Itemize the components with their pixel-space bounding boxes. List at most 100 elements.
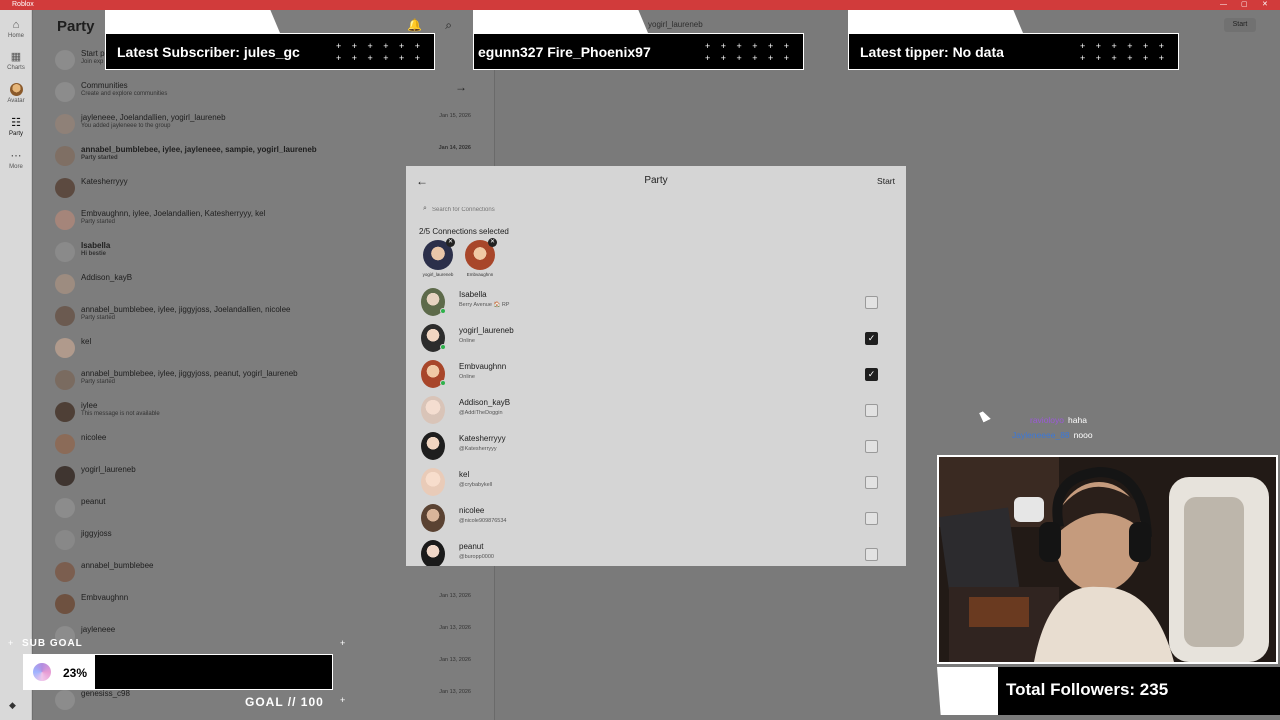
people-icon — [55, 50, 75, 70]
plus-icon: + — [340, 695, 346, 705]
chat-text: nooo — [1073, 430, 1093, 440]
conversation-name: Katesherryyy — [81, 177, 128, 186]
sub-goal-percent: 23% — [63, 666, 88, 680]
conversation-name: genesiss_c98 — [81, 689, 130, 698]
select-checkbox[interactable] — [865, 512, 878, 525]
header-start-button[interactable]: Start — [1224, 18, 1256, 32]
connection-name: Embvaughnn — [459, 362, 507, 371]
remove-icon[interactable]: ✕ — [446, 238, 455, 247]
selected-chip[interactable]: ✕ Embvaughnn — [462, 238, 498, 277]
party-modal: ← Party Start ⌕ 2/5 Connections selected… — [406, 166, 906, 566]
search-input[interactable] — [432, 204, 832, 216]
conversation-item[interactable]: jayleneee Jan 13, 2026 — [51, 622, 491, 650]
connection-row[interactable]: nicolee @nicole909876534 — [406, 500, 906, 536]
connection-row[interactable]: Embvaughnn Online ✓ — [406, 356, 906, 392]
select-checkbox[interactable] — [865, 296, 878, 309]
select-checkbox[interactable] — [865, 404, 878, 417]
header-username: yogirl_laureneb — [648, 20, 703, 29]
select-checkbox[interactable] — [865, 440, 878, 453]
nav-more-label: More — [9, 164, 23, 170]
select-checkbox[interactable]: ✓ — [865, 332, 878, 345]
close-button[interactable]: ✕ — [1262, 0, 1268, 10]
connection-name: Addison_kayB — [459, 398, 511, 407]
goal-text: GOAL // 100 — [245, 695, 324, 709]
maximize-button[interactable]: ▢ — [1241, 0, 1248, 10]
conversation-name: jayleneee, Joelandallien, yogirl_laurene… — [81, 113, 226, 122]
chat-username: ravioloyo — [1030, 415, 1065, 425]
nav-avatar[interactable]: Avatar — [0, 83, 32, 105]
avatar — [55, 370, 75, 390]
more-icon: ⋯ — [10, 150, 22, 162]
avatar — [55, 146, 75, 166]
conversation-name: kel — [81, 337, 92, 346]
nav-party[interactable]: ☷ Party — [0, 116, 32, 138]
search-connections[interactable]: ⌕ — [420, 202, 892, 218]
communities-icon — [55, 82, 75, 102]
conversation-date: Jan 14, 2026 — [438, 145, 471, 151]
latest-tipper-banner: Latest tipper: No data + + + + + + + + +… — [848, 33, 1179, 70]
search-icon: ⌕ — [423, 205, 427, 212]
start-party-button[interactable]: Start — [877, 176, 895, 186]
chat-message: Jayleneeee_88 nooo — [1012, 430, 1093, 440]
nav-charts-label: Charts — [7, 65, 25, 71]
avatar — [55, 210, 75, 230]
nav-charts[interactable]: ▦ Charts — [0, 50, 32, 72]
latest-subscriber-banner: Latest Subscriber: jules_gc + + + + + + … — [105, 33, 435, 70]
conversation-name: annabel_bumblebee, iylee, jayleneee, sam… — [81, 145, 317, 154]
connection-name: kel — [459, 470, 470, 479]
sub-goal-label: SUB GOAL — [22, 638, 83, 649]
avatar — [55, 338, 75, 358]
connection-row[interactable]: Isabella Berry Avenue 🏠 RP — [406, 284, 906, 320]
chat-message: ravioloyo haha — [1030, 415, 1087, 425]
conversation-item[interactable]: Embvaughnn Jan 13, 2026 — [51, 590, 491, 618]
avatar — [421, 540, 445, 566]
banner-tab — [473, 8, 648, 33]
plus-icon: + — [340, 638, 346, 648]
avatar — [55, 498, 75, 518]
conversation-preview: Party started — [81, 379, 116, 385]
conversation-preview: Party started — [81, 315, 116, 321]
conversation-name: Embvaughnn, iylee, Joelandallien, Katesh… — [81, 209, 266, 218]
avatar — [55, 530, 75, 550]
online-status-icon — [440, 380, 446, 386]
avatar — [421, 324, 446, 352]
connection-row[interactable]: Katesherryyy @Katesherryyy — [406, 428, 906, 464]
arrow-right-icon: → — [455, 80, 467, 94]
avatar — [421, 396, 445, 424]
connection-name: yogirl_laureneb — [459, 326, 514, 335]
conversation-item[interactable]: jayleneee, Joelandallien, yogirl_laurene… — [51, 110, 491, 138]
connection-status: @Katesherryyy — [459, 446, 497, 452]
avatar-icon — [0, 83, 32, 97]
webcam-scene — [939, 457, 1276, 662]
connection-row[interactable]: kel @crybabykell — [406, 464, 906, 500]
latest-subscriber-text: Latest Subscriber: jules_gc — [117, 44, 300, 60]
latest-tipper-text: Latest tipper: No data — [860, 44, 1004, 60]
minimize-button[interactable]: — — [1220, 0, 1227, 10]
roblox-logo-icon: ◆ — [9, 700, 16, 710]
connection-row[interactable]: peanut @buropp0000 — [406, 536, 906, 566]
communities-item[interactable]: Communities Create and explore communiti… — [51, 78, 491, 106]
banner-dots: + + + + + + + + + + + + — [704, 41, 793, 63]
conversation-name: Embvaughnn — [81, 593, 129, 602]
connection-row[interactable]: Addison_kayB @AddiTheDoggin — [406, 392, 906, 428]
selected-chip[interactable]: ✕ yogirl_laureneb — [420, 238, 456, 277]
select-checkbox[interactable] — [865, 548, 878, 561]
nav-more[interactable]: ⋯ More — [0, 149, 32, 171]
select-checkbox[interactable] — [865, 476, 878, 489]
conversation-date: Jan 13, 2026 — [439, 689, 471, 695]
banner-dots: + + + + + + + + + + + + — [1079, 41, 1168, 63]
home-icon: ⌂ — [12, 19, 20, 31]
selected-chip-label: Embvaughnn — [466, 272, 494, 277]
conversation-date: Jan 13, 2026 — [439, 593, 471, 599]
chat-username: Jayleneeee_88 — [1012, 430, 1070, 440]
window-title: Roblox — [12, 1, 34, 8]
avatar — [55, 274, 75, 294]
conversation-date: Jan 13, 2026 — [439, 625, 471, 631]
remove-icon[interactable]: ✕ — [488, 238, 497, 247]
connection-status: Berry Avenue 🏠 RP — [459, 302, 510, 308]
select-checkbox[interactable]: ✓ — [865, 368, 878, 381]
connection-row[interactable]: yogirl_laureneb Online ✓ — [406, 320, 906, 356]
conversation-name: Isabella — [81, 241, 111, 250]
connection-name: Isabella — [459, 290, 487, 299]
nav-home[interactable]: ⌂ Home — [0, 18, 32, 40]
